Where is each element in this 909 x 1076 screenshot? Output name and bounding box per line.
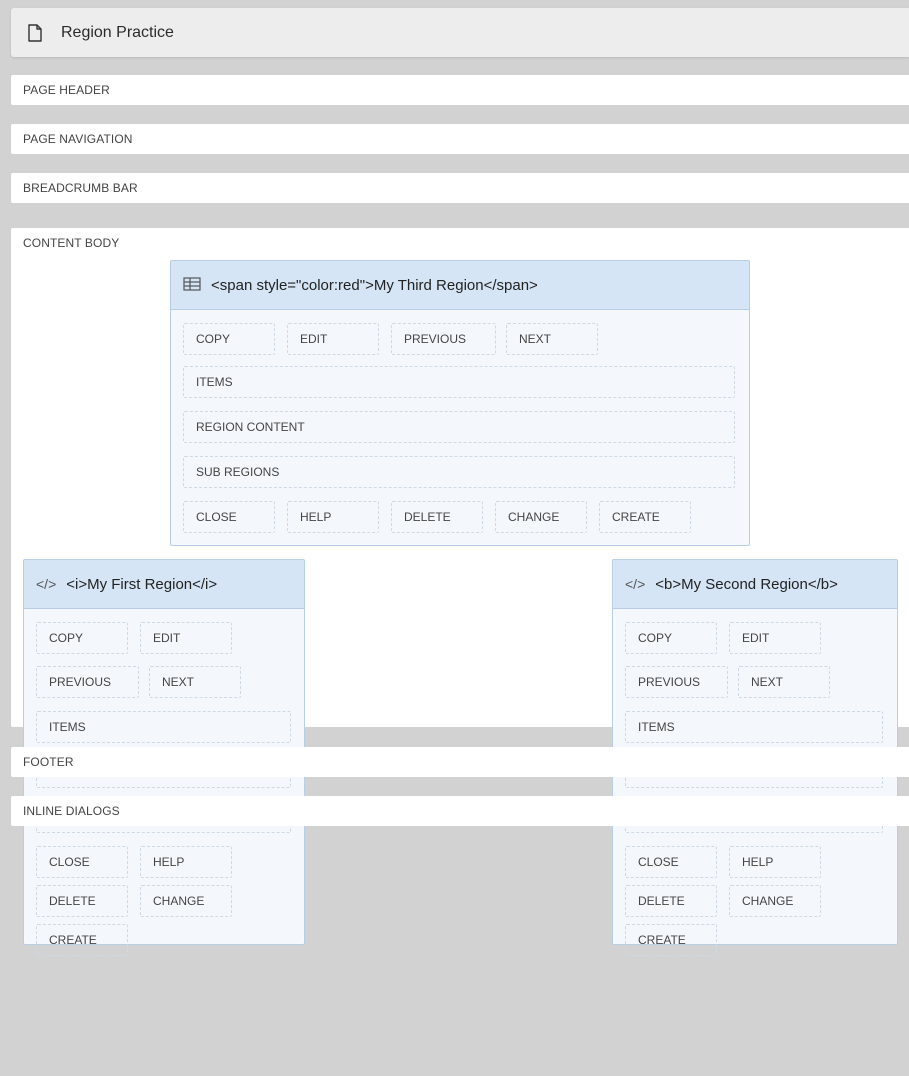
slot-previous[interactable]: PREVIOUS	[391, 323, 496, 355]
slot-change[interactable]: CHANGE	[140, 885, 232, 917]
slot-copy[interactable]: COPY	[625, 622, 717, 654]
breadcrumb-bar-section[interactable]: BREADCRUMB BAR	[11, 173, 909, 203]
slot-edit[interactable]: EDIT	[140, 622, 232, 654]
section-label: CONTENT BODY	[23, 236, 120, 250]
code-icon: </>	[36, 576, 57, 592]
region-my-third-region[interactable]: <span style="color:red">My Third Region<…	[170, 260, 750, 546]
region-title: <i>My First Region</i>	[66, 575, 218, 593]
slot-create[interactable]: CREATE	[599, 501, 691, 533]
slot-copy[interactable]: COPY	[36, 622, 128, 654]
slot-delete[interactable]: DELETE	[391, 501, 483, 533]
section-label: FOOTER	[23, 755, 74, 769]
section-label: PAGE HEADER	[23, 83, 110, 97]
slot-create[interactable]: CREATE	[625, 924, 717, 956]
table-icon	[183, 276, 201, 294]
page-icon	[27, 23, 43, 42]
slot-close[interactable]: CLOSE	[36, 846, 128, 878]
slot-help[interactable]: HELP	[287, 501, 379, 533]
section-label: PAGE NAVIGATION	[23, 132, 133, 146]
slot-previous[interactable]: PREVIOUS	[36, 666, 139, 698]
slot-next[interactable]: NEXT	[738, 666, 830, 698]
slot-copy[interactable]: COPY	[183, 323, 275, 355]
region-header[interactable]: </> <b>My Second Region</b>	[613, 560, 897, 609]
page-title-bar: Region Practice	[11, 8, 909, 57]
slot-sub-regions[interactable]: SUB REGIONS	[183, 456, 735, 488]
slot-next[interactable]: NEXT	[506, 323, 598, 355]
slot-create[interactable]: CREATE	[36, 924, 128, 956]
slot-delete[interactable]: DELETE	[36, 885, 128, 917]
code-icon: </>	[625, 576, 646, 592]
slot-items[interactable]: ITEMS	[36, 711, 291, 743]
slot-region-content[interactable]: REGION CONTENT	[183, 411, 735, 443]
page-navigation-section[interactable]: PAGE NAVIGATION	[11, 124, 909, 154]
slot-change[interactable]: CHANGE	[495, 501, 587, 533]
slot-items[interactable]: ITEMS	[183, 366, 735, 398]
slot-help[interactable]: HELP	[729, 846, 821, 878]
region-title: <b>My Second Region</b>	[655, 575, 838, 593]
slot-next[interactable]: NEXT	[149, 666, 241, 698]
inline-dialogs-section[interactable]: INLINE DIALOGS	[11, 796, 909, 826]
region-header[interactable]: </> <i>My First Region</i>	[24, 560, 304, 609]
slot-edit[interactable]: EDIT	[287, 323, 379, 355]
slot-previous[interactable]: PREVIOUS	[625, 666, 728, 698]
slot-help[interactable]: HELP	[140, 846, 232, 878]
page-title: Region Practice	[61, 23, 174, 41]
region-title: <span style="color:red">My Third Region<…	[211, 276, 538, 294]
slot-close[interactable]: CLOSE	[625, 846, 717, 878]
page-header-section[interactable]: PAGE HEADER	[11, 75, 909, 105]
slot-change[interactable]: CHANGE	[729, 885, 821, 917]
section-label: BREADCRUMB BAR	[23, 181, 138, 195]
slot-items[interactable]: ITEMS	[625, 711, 883, 743]
content-body-section[interactable]: CONTENT BODY <span style="color:red">My …	[11, 228, 909, 956]
slot-close[interactable]: CLOSE	[183, 501, 275, 533]
slot-edit[interactable]: EDIT	[729, 622, 821, 654]
section-label: INLINE DIALOGS	[23, 804, 120, 818]
footer-section[interactable]: FOOTER	[11, 747, 909, 777]
slot-delete[interactable]: DELETE	[625, 885, 717, 917]
region-header[interactable]: <span style="color:red">My Third Region<…	[171, 261, 749, 310]
